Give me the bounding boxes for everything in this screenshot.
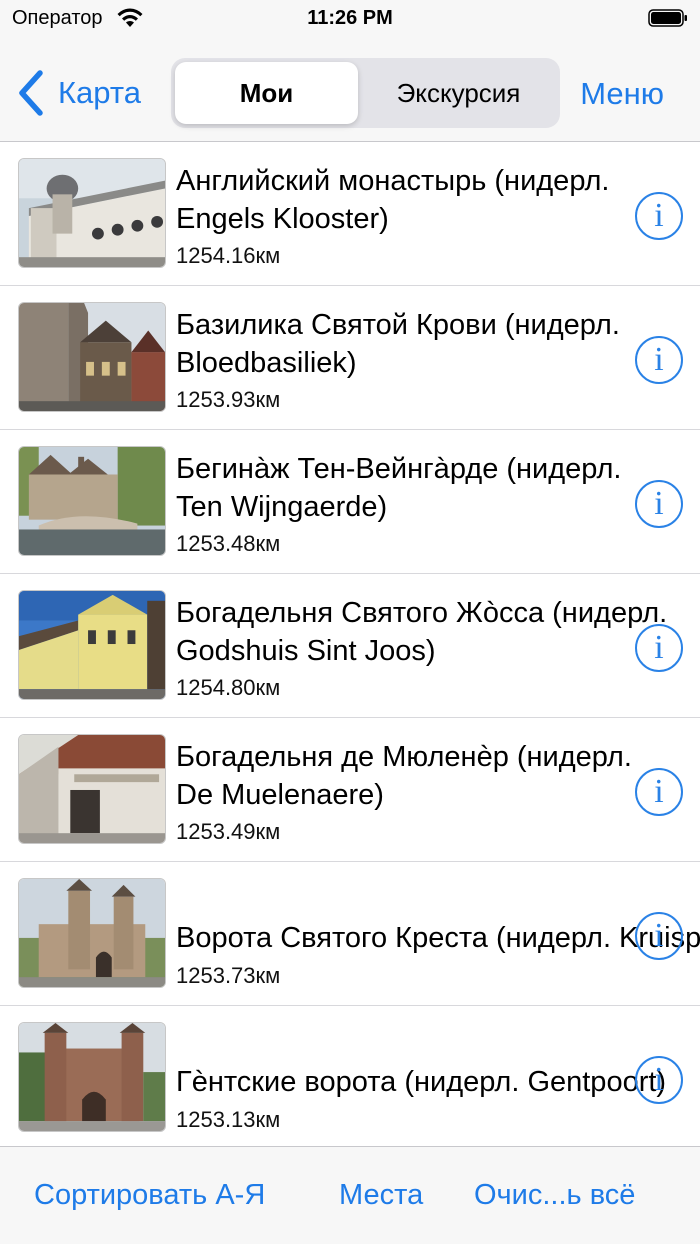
info-icon: i [654,629,664,666]
info-icon: i [654,1061,664,1098]
sort-button[interactable]: Сортировать А-Я [34,1179,265,1212]
info-icon: i [654,773,664,810]
place-distance: 1253.13км [176,1107,281,1132]
info-button[interactable]: i [635,768,683,816]
list-item[interactable]: Богадельня де Мюленèр (нидерл. De Muelen… [0,718,700,862]
place-title: Богадельня де Мюленèр (нидерл. De Muelen… [176,741,632,811]
place-thumbnail [18,878,166,988]
place-title: Базилика Святой Крови (нидерл. Bloedbasi… [176,309,620,379]
place-distance: 1254.16км [176,243,281,268]
battery-icon [648,9,687,27]
info-icon: i [654,341,664,378]
chevron-left-icon [19,70,43,116]
place-thumbnail [18,158,166,268]
segmented-control: Мои Экскурсия [171,58,560,128]
navigation-bar: Карта Мои Экскурсия Меню [0,38,700,142]
place-title: Гѐнтские ворота (нидерл. Gentpoort) [176,1066,667,1098]
info-button[interactable]: i [635,192,683,240]
info-icon: i [654,485,664,522]
place-thumbnail [18,590,166,700]
info-button[interactable]: i [635,912,683,960]
place-thumbnail [18,446,166,556]
list-item[interactable]: Бегинàж Тен-Вейнгàрде (нидерл. Ten Wijng… [0,430,700,574]
list-item[interactable]: Гѐнтские ворота (нидерл. Gentpoort) 1253… [0,1006,700,1146]
info-button[interactable]: i [635,1056,683,1104]
list-item[interactable]: Базилика Святой Крови (нидерл. Bloedbasi… [0,286,700,430]
info-button[interactable]: i [635,336,683,384]
status-bar: Оператор 11:26 PM [0,0,700,38]
place-distance: 1253.49км [176,819,281,844]
clock: 11:26 PM [307,7,393,29]
place-distance: 1254.80км [176,675,281,700]
place-distance: 1253.48км [176,531,281,556]
info-button[interactable]: i [635,624,683,672]
segment-mine[interactable]: Мои [175,62,358,124]
back-button-label: Карта [58,75,141,110]
place-thumbnail [18,1022,166,1132]
place-title: Ворота Святого Креста (нидерл. Kruispoor… [176,922,700,954]
info-icon: i [654,197,664,234]
place-title: Бегинàж Тен-Вейнгàрде (нидерл. Ten Wijng… [176,453,622,523]
info-icon: i [654,917,664,954]
bottom-toolbar: Сортировать А-Я Места Очис...ь всё [0,1146,700,1244]
place-title: Богадельня Святого Жòсса (нидерл. Godshu… [176,597,668,667]
places-button[interactable]: Места [339,1179,423,1212]
menu-button[interactable]: Меню [580,76,664,112]
place-title: Английский монастырь (нидерл. Engels Klo… [176,165,610,235]
place-thumbnail [18,734,166,844]
clear-all-button[interactable]: Очис...ь всё [474,1179,635,1212]
place-distance: 1253.93км [176,387,281,412]
place-distance: 1253.73км [176,963,281,988]
list-item[interactable]: Богадельня Святого Жòсса (нидерл. Godshu… [0,574,700,718]
list-item[interactable]: Английский монастырь (нидерл. Engels Klo… [0,142,700,286]
info-button[interactable]: i [635,480,683,528]
place-thumbnail [18,302,166,412]
segment-tour[interactable]: Экскурсия [361,62,556,124]
list-item[interactable]: Ворота Святого Креста (нидерл. Kruispoor… [0,862,700,1006]
places-list: Английский монастырь (нидерл. Engels Klo… [0,142,700,1146]
back-button[interactable]: Карта [16,68,141,118]
